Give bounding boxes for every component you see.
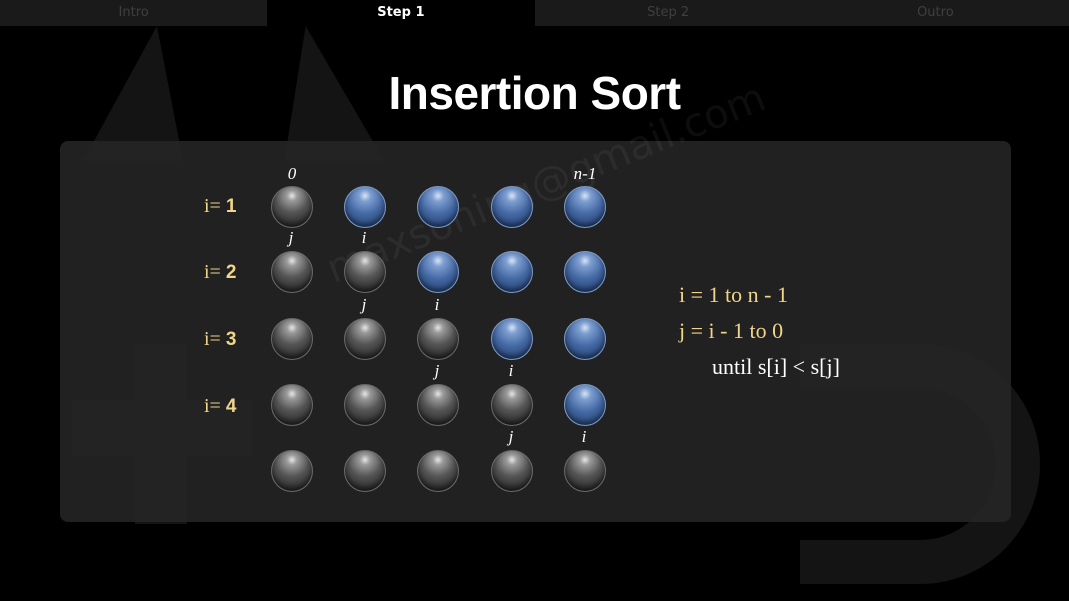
tab-step-1[interactable]: Step 1	[267, 0, 535, 26]
pointer-i-label: i	[581, 427, 587, 446]
unsorted-ball	[417, 186, 459, 228]
pointer-i-label: i	[508, 361, 514, 380]
unsorted-ball	[491, 186, 533, 228]
unsorted-ball	[564, 318, 606, 360]
tab-step-2[interactable]: Step 2	[535, 0, 802, 26]
unsorted-ball	[491, 251, 533, 293]
sorted-ball	[344, 318, 386, 360]
sorted-ball	[417, 450, 459, 492]
pointer-i-label: i	[434, 295, 440, 314]
slide-title: Insertion Sort	[388, 67, 681, 119]
unsorted-ball	[344, 186, 386, 228]
row-label-i1: i= 1	[204, 195, 237, 217]
pointer-j-label: j	[434, 361, 440, 380]
unsorted-ball	[491, 318, 533, 360]
sorted-ball	[271, 384, 313, 426]
row-label-i4: i= 4	[204, 395, 237, 417]
step-tab-bar: Intro Step 1 Step 2 Outro	[0, 0, 1069, 26]
sorted-ball	[271, 450, 313, 492]
sorted-ball	[271, 186, 313, 228]
unsorted-ball	[564, 186, 606, 228]
unsorted-ball	[564, 384, 606, 426]
index-label-last: n-1	[573, 164, 597, 183]
sorted-ball	[344, 450, 386, 492]
pointer-j-label: j	[288, 228, 294, 247]
index-label-first: 0	[287, 164, 297, 183]
sorted-ball	[344, 251, 386, 293]
sorted-ball	[417, 318, 459, 360]
tab-intro[interactable]: Intro	[0, 0, 267, 26]
sorted-ball	[271, 318, 313, 360]
slide-canvas: Intro Step 1 Step 2 Outro Insertion Sort…	[0, 0, 1069, 601]
algorithm-line-outer-loop: i = 1 to n - 1	[679, 282, 788, 307]
sorted-ball	[491, 450, 533, 492]
row-label-i2: i= 2	[204, 261, 237, 283]
sorted-ball	[417, 384, 459, 426]
algorithm-line-condition: until s[i] < s[j]	[712, 354, 840, 379]
row-label-i3: i= 3	[204, 328, 237, 350]
pointer-j-label: j	[361, 295, 367, 314]
pointer-j-label: j	[508, 427, 514, 446]
pointer-i-label: i	[361, 228, 367, 247]
sorted-ball	[491, 384, 533, 426]
sorted-ball	[344, 384, 386, 426]
unsorted-ball	[417, 251, 459, 293]
unsorted-ball	[564, 251, 606, 293]
sorted-ball	[564, 450, 606, 492]
tab-outro[interactable]: Outro	[802, 0, 1069, 26]
sorted-ball	[271, 251, 313, 293]
algorithm-line-inner-loop: j = i - 1 to 0	[679, 318, 784, 343]
